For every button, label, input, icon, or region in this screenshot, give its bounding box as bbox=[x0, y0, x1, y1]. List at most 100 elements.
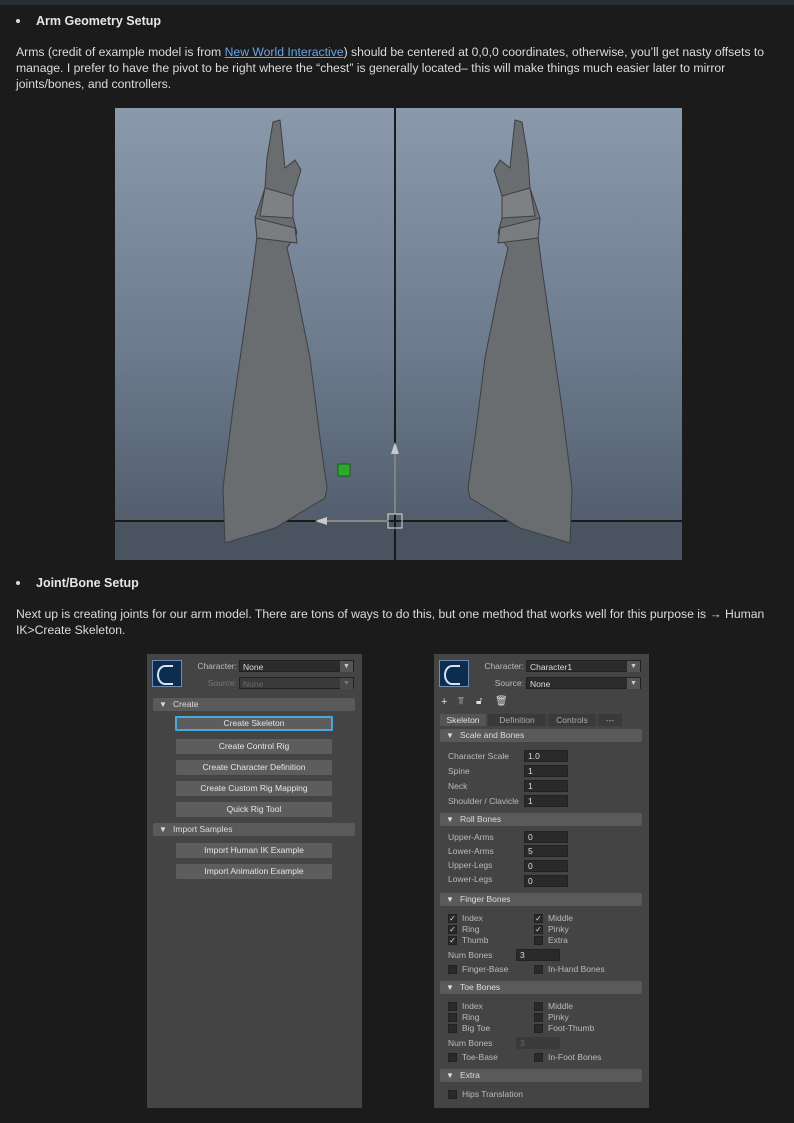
arm-models-illustration bbox=[115, 108, 682, 560]
create-control-rig-button[interactable]: Create Control Rig bbox=[176, 739, 332, 754]
lower-legs-label: Lower-Legs bbox=[448, 874, 493, 884]
source-label: Source: bbox=[207, 678, 237, 688]
lock-icon[interactable]: 🔓︎ bbox=[476, 696, 482, 708]
lower-arms-field[interactable]: 5 bbox=[524, 845, 568, 857]
source-dropdown[interactable]: None ▼ bbox=[526, 677, 641, 689]
thumb-checkbox[interactable]: ✓ bbox=[448, 936, 457, 945]
finger-num-bones-label: Num Bones bbox=[448, 950, 493, 960]
source-dropdown[interactable]: None ▼ bbox=[239, 677, 354, 689]
y-axis-arrow-head bbox=[391, 442, 399, 454]
in-hand-bones-checkbox[interactable] bbox=[534, 965, 543, 974]
roll-bones-section-header[interactable]: ▼ Roll Bones bbox=[440, 813, 642, 826]
character-scale-field[interactable]: 1.0 bbox=[524, 750, 568, 762]
foot-thumb-checkbox[interactable] bbox=[534, 1024, 543, 1033]
toe-pinky-checkbox[interactable] bbox=[534, 1013, 543, 1022]
finger-base-checkbox[interactable] bbox=[448, 965, 457, 974]
create-custom-rig-mapping-button[interactable]: Create Custom Rig Mapping bbox=[176, 781, 332, 796]
collapse-triangle-icon: ▼ bbox=[159, 700, 167, 709]
top-bar bbox=[0, 0, 794, 5]
scale-and-bones-section-header[interactable]: ▼ Scale and Bones bbox=[440, 729, 642, 742]
toe-base-checkbox[interactable] bbox=[448, 1053, 457, 1062]
human-ik-panel-skeleton: Character: Character1 ▼ Source: None ▼ + ⫪… bbox=[434, 654, 649, 1108]
collapse-triangle-icon: ▼ bbox=[446, 731, 454, 740]
checkbox-label: In-Foot Bones bbox=[548, 1052, 602, 1062]
shoulder-clavicle-field[interactable]: 1 bbox=[524, 795, 568, 807]
upper-arms-label: Upper-Arms bbox=[448, 832, 494, 842]
section-label: Scale and Bones bbox=[460, 730, 525, 740]
add-icon[interactable]: + bbox=[441, 696, 447, 708]
big-toe-checkbox[interactable] bbox=[448, 1024, 457, 1033]
maya-viewport-screenshot bbox=[115, 108, 682, 560]
create-section-header[interactable]: ▼ Create bbox=[153, 698, 355, 711]
section-label: Finger Bones bbox=[460, 894, 511, 904]
toe-middle-checkbox[interactable] bbox=[534, 1002, 543, 1011]
trash-icon[interactable]: 🗑︎ bbox=[495, 696, 508, 708]
tab-definition[interactable]: Definition bbox=[488, 714, 546, 726]
shoulder-clavicle-label: Shoulder / Clavicle bbox=[448, 796, 519, 806]
chevron-down-icon: ▼ bbox=[340, 661, 353, 672]
ring-finger-checkbox[interactable]: ✓ bbox=[448, 925, 457, 934]
in-foot-bones-checkbox[interactable] bbox=[534, 1053, 543, 1062]
checkbox-label: Middle bbox=[548, 1001, 574, 1011]
import-human-ik-example-button[interactable]: Import Human IK Example bbox=[176, 843, 332, 858]
tab-controls[interactable]: Controls bbox=[548, 714, 596, 726]
checkbox-label: Ring bbox=[462, 924, 480, 934]
heading-text: Arm Geometry Setup bbox=[36, 14, 162, 28]
collapse-triangle-icon: ▼ bbox=[446, 1071, 454, 1080]
quick-rig-tool-button[interactable]: Quick Rig Tool bbox=[176, 802, 332, 817]
character-value: Character1 bbox=[530, 662, 573, 672]
upper-arms-field[interactable]: 0 bbox=[524, 831, 568, 843]
section-label: Create bbox=[173, 699, 199, 709]
right-arm-model bbox=[467, 119, 573, 544]
create-skeleton-button[interactable]: Create Skeleton bbox=[175, 716, 333, 731]
index-finger-checkbox[interactable]: ✓ bbox=[448, 914, 457, 923]
human-ik-logo-icon[interactable] bbox=[152, 660, 182, 687]
section-label: Toe Bones bbox=[460, 982, 501, 992]
lower-legs-field[interactable]: 0 bbox=[524, 875, 568, 887]
character-dropdown[interactable]: None ▼ bbox=[239, 660, 354, 672]
character-dropdown[interactable]: Character1 ▼ bbox=[526, 660, 641, 672]
middle-finger-checkbox[interactable]: ✓ bbox=[534, 914, 543, 923]
upper-legs-label: Upper-Legs bbox=[448, 860, 493, 870]
joint-bone-paragraph: Next up is creating joints for our arm m… bbox=[16, 606, 766, 638]
checkbox-label: Hips Translation bbox=[462, 1089, 523, 1099]
character-scale-label: Character Scale bbox=[448, 751, 509, 761]
toe-index-checkbox[interactable] bbox=[448, 1002, 457, 1011]
collapse-triangle-icon: ▼ bbox=[446, 983, 454, 992]
toe-ring-checkbox[interactable] bbox=[448, 1013, 457, 1022]
pinky-finger-checkbox[interactable]: ✓ bbox=[534, 925, 543, 934]
hips-translation-checkbox[interactable] bbox=[448, 1090, 457, 1099]
finger-num-bones-field[interactable]: 3 bbox=[516, 949, 560, 961]
tab-skeleton[interactable]: Skeleton bbox=[440, 714, 486, 726]
spine-field[interactable]: 1 bbox=[524, 765, 568, 777]
import-animation-example-button[interactable]: Import Animation Example bbox=[176, 864, 332, 879]
character-label: Character: bbox=[484, 661, 524, 671]
bullet-icon bbox=[16, 18, 20, 23]
toe-bones-section-header[interactable]: ▼ Toe Bones bbox=[440, 981, 642, 994]
finger-bones-section-header[interactable]: ▼ Finger Bones bbox=[440, 893, 642, 906]
upper-legs-field[interactable]: 0 bbox=[524, 860, 568, 872]
skeleton-tool-icon[interactable]: ⫪ bbox=[458, 696, 464, 708]
section-heading-joint-bone: Joint/Bone Setup bbox=[16, 576, 139, 590]
new-world-interactive-link[interactable]: New World Interactive bbox=[225, 45, 344, 59]
tab-more[interactable]: --- bbox=[598, 714, 622, 726]
chevron-down-icon: ▼ bbox=[627, 678, 640, 689]
checkbox-label: Extra bbox=[548, 935, 568, 945]
arm-geometry-paragraph: Arms (credit of example model is from Ne… bbox=[16, 44, 766, 92]
source-value: None bbox=[530, 679, 551, 689]
extra-finger-checkbox[interactable] bbox=[534, 936, 543, 945]
checkbox-label: Pinky bbox=[548, 924, 569, 934]
section-heading-arm-geometry: Arm Geometry Setup bbox=[16, 14, 161, 28]
checkbox-label: In-Hand Bones bbox=[548, 964, 605, 974]
chevron-down-icon: ▼ bbox=[627, 661, 640, 672]
checkbox-label: Toe-Base bbox=[462, 1052, 498, 1062]
import-samples-section-header[interactable]: ▼ Import Samples bbox=[153, 823, 355, 836]
collapse-triangle-icon: ▼ bbox=[159, 825, 167, 834]
move-manipulator-handle bbox=[337, 463, 351, 477]
toe-num-bones-field[interactable]: 3 bbox=[516, 1037, 560, 1049]
neck-field[interactable]: 1 bbox=[524, 780, 568, 792]
collapse-triangle-icon: ▼ bbox=[446, 895, 454, 904]
create-character-definition-button[interactable]: Create Character Definition bbox=[176, 760, 332, 775]
extra-section-header[interactable]: ▼ Extra bbox=[440, 1069, 642, 1082]
human-ik-logo-icon[interactable] bbox=[439, 660, 469, 687]
